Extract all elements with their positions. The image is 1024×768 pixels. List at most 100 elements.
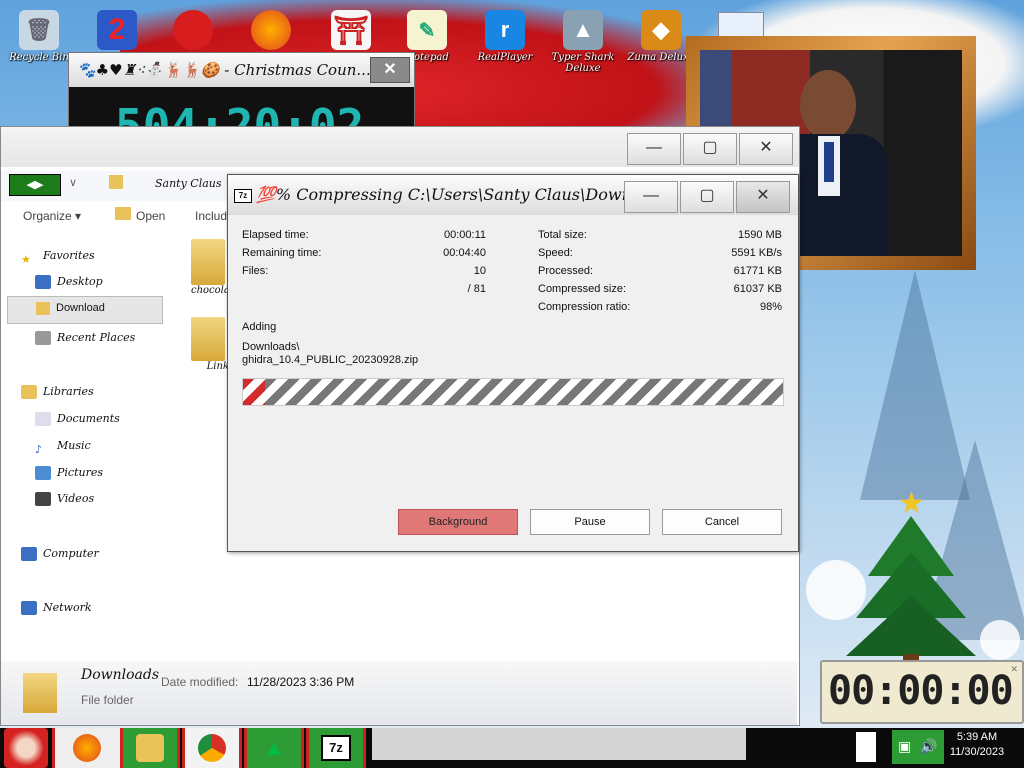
folder-icon <box>109 175 123 189</box>
details-date-value: 11/28/2023 3:36 PM <box>247 675 355 689</box>
clock-time: 5:39 AM <box>956 731 998 743</box>
documents-icon <box>35 412 51 426</box>
folder-icon <box>136 734 164 762</box>
total-size-value: 1590 MB <box>737 229 782 241</box>
explorer-close-button[interactable]: ✕ <box>739 133 793 165</box>
nav-download-selected[interactable]: Download <box>7 296 163 324</box>
countdown-window-title: 🐾♣♥♜⁖⛄🦌🦌🍪 - Christmas Coun... <box>69 53 414 87</box>
zuma-icon: ◆ <box>641 10 681 50</box>
network-tray-icon[interactable]: ▣ <box>898 738 911 755</box>
file-item[interactable]: Link <box>191 317 231 383</box>
breadcrumb[interactable]: Santy Claus <box>155 177 222 190</box>
back-forward-buttons[interactable]: ◀▶ <box>9 174 61 196</box>
processed-value: 61771 KB <box>733 265 782 277</box>
nav-recent-places[interactable]: Recent Places <box>35 327 135 349</box>
nav-videos[interactable]: Videos <box>35 488 94 510</box>
details-type: File folder <box>81 693 134 707</box>
music-icon: ♪ <box>35 443 43 456</box>
chevron-down-icon[interactable]: ∨ <box>69 176 77 189</box>
computer-icon <box>21 547 37 561</box>
pictures-icon <box>35 466 51 480</box>
start-button[interactable] <box>4 728 48 768</box>
background-button[interactable]: Background <box>398 509 518 535</box>
taskbar-7zip-button[interactable]: 7z <box>306 728 366 768</box>
realplayer-icon: r <box>485 10 525 50</box>
volume-icon[interactable]: 🔊 <box>920 738 937 755</box>
desktop-icon-typer-shark[interactable]: ▲ Typer Shark Deluxe <box>548 4 618 84</box>
system-tray[interactable]: ▣ 🔊 <box>892 730 944 764</box>
nav-favorites[interactable]: ★ Favorites <box>21 245 95 267</box>
countdown-clock: 504:20:02 <box>115 99 365 131</box>
speed-label: Speed: <box>538 247 573 259</box>
desktop-icon-realplayer[interactable]: r RealPlayer <box>470 4 540 84</box>
nav-pictures[interactable]: Pictures <box>35 462 103 484</box>
total-size-label: Total size: <box>538 229 587 241</box>
details-name: Downloads <box>81 667 160 683</box>
timer-close-icon[interactable]: ✕ <box>1010 664 1018 675</box>
nav-libraries[interactable]: Libraries <box>21 381 94 403</box>
countdown-close-button[interactable]: ✕ <box>370 57 410 83</box>
status-text: Adding <box>242 321 277 333</box>
network-icon <box>21 601 37 615</box>
number-two-icon: 2 <box>97 10 137 50</box>
nav-desktop[interactable]: Desktop <box>35 271 103 293</box>
elapsed-value: 00:00:11 <box>443 229 486 241</box>
progress-fill <box>243 379 265 405</box>
taskbar-firefox-button[interactable] <box>52 728 121 768</box>
current-filename: ghidra_10.4_PUBLIC_20230928.zip <box>242 354 419 366</box>
taskbar: ▲ 7z ▣ 🔊 5:39 AM 11/30/2023 <box>0 728 1024 768</box>
red-creature-icon <box>173 10 213 50</box>
recent-places-icon <box>35 331 51 345</box>
current-path: Downloads\ <box>242 341 300 353</box>
taskbar-empty-area <box>372 728 746 760</box>
include-in-library-button[interactable]: Includ <box>195 209 227 223</box>
wallpaper-snowball <box>980 620 1020 660</box>
christmas-countdown-window[interactable]: 🐾♣♥♜⁖⛄🦌🦌🍪 - Christmas Coun... ✕ 504:20:0… <box>68 52 415 132</box>
taskbar-explorer-button[interactable] <box>120 728 180 768</box>
christmas-tree-decoration: ★ <box>846 486 976 666</box>
files-label: Files: <box>242 265 269 277</box>
compression-ratio-value: 98% <box>759 301 782 313</box>
show-desktop-button[interactable] <box>856 732 876 762</box>
explorer-maximize-button[interactable]: ▢ <box>683 133 737 165</box>
files-value: 10 <box>473 265 486 277</box>
elapsed-label: Elapsed time: <box>242 229 309 241</box>
dialog-close-button[interactable]: ✕ <box>736 181 790 213</box>
star-icon: ★ <box>21 253 31 266</box>
remaining-label: Remaining time: <box>242 247 322 259</box>
clock-date: 11/30/2023 <box>949 746 1005 758</box>
desktop-icon-recycle-bin[interactable]: 🗑 Recycle Bin <box>4 4 74 84</box>
details-date-label: Date modified: <box>161 675 239 689</box>
taskbar-xmas-tree-button[interactable]: ▲ <box>244 728 304 768</box>
files-total-value: / 81 <box>467 283 486 295</box>
nav-music[interactable]: ♪ Music <box>35 435 91 457</box>
tree-icon: ▲ <box>263 735 285 760</box>
recycle-bin-icon: 🗑 <box>19 10 59 50</box>
compressed-size-label: Compressed size: <box>538 283 627 295</box>
nav-documents[interactable]: Documents <box>35 408 120 430</box>
dialog-minimize-button[interactable]: — <box>624 181 678 213</box>
chrome-icon <box>198 734 226 762</box>
taskbar-chrome-button[interactable] <box>182 728 242 768</box>
folder-shortcut-icon <box>191 317 225 361</box>
folder-icon <box>191 239 225 285</box>
timer-widget[interactable]: 00:00:00 ✕ <box>820 660 1024 724</box>
explorer-minimize-button[interactable]: — <box>627 133 681 165</box>
processed-label: Processed: <box>538 265 594 277</box>
notepad-icon: ✎ <box>407 10 447 50</box>
compression-ratio-label: Compression ratio: <box>538 301 631 313</box>
torii-gate-icon: ⛩ <box>331 10 371 50</box>
firefox-icon <box>73 734 101 762</box>
organize-menu[interactable]: Organize ▾ <box>23 209 81 223</box>
firefox-icon <box>251 10 291 50</box>
nav-network[interactable]: Network <box>21 597 92 619</box>
pause-button[interactable]: Pause <box>530 509 650 535</box>
nav-computer[interactable]: Computer <box>21 543 99 565</box>
remaining-value: 00:04:40 <box>443 247 486 259</box>
dialog-maximize-button[interactable]: ▢ <box>680 181 734 213</box>
compression-progress-dialog[interactable]: 7z 💯% Compressing C:\Users\Santy Claus\D… <box>227 174 799 552</box>
file-item[interactable]: chocola <box>191 239 231 305</box>
cancel-button[interactable]: Cancel <box>662 509 782 535</box>
open-button[interactable]: Open <box>136 209 165 223</box>
clock[interactable]: 5:39 AM 11/30/2023 <box>944 730 1010 760</box>
